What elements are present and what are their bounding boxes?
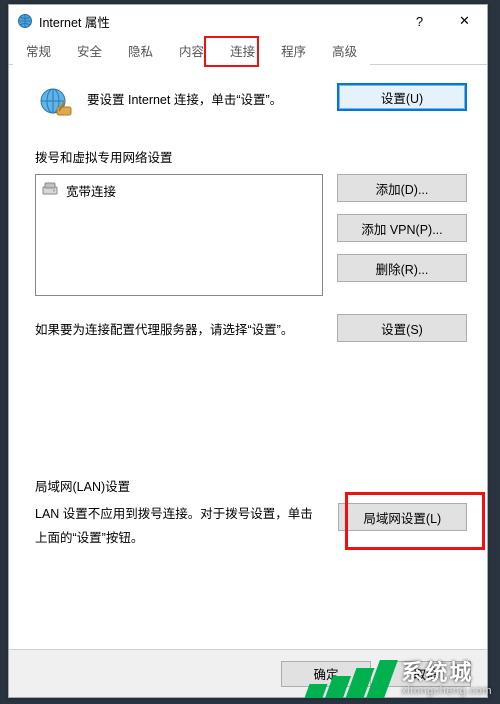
dialup-section-label: 拨号和虚拟专用网络设置: [35, 147, 467, 166]
titlebar: Internet 属性 ? ✕: [9, 5, 487, 37]
tab-programs[interactable]: 程序: [268, 35, 319, 65]
add-vpn-button[interactable]: 添加 VPN(P)...: [337, 214, 467, 242]
dialog-window: Internet 属性 ? ✕ 常规 安全 隐私 内容 连接 程序 高级 要设置…: [8, 4, 488, 698]
lan-settings-button[interactable]: 局域网设置(L): [338, 503, 467, 531]
proxy-description: 如果要为连接配置代理服务器，请选择“设置”。: [35, 319, 323, 338]
connections-listbox[interactable]: 宽带连接: [35, 174, 323, 296]
tab-advanced[interactable]: 高级: [319, 35, 370, 65]
remove-button[interactable]: 删除(R)...: [337, 254, 467, 282]
tab-connections[interactable]: 连接: [217, 35, 268, 65]
lan-section-label: 局域网(LAN)设置: [35, 476, 467, 495]
setup-description: 要设置 Internet 连接，单击“设置”。: [87, 83, 325, 108]
proxy-settings-button[interactable]: 设置(S): [337, 314, 467, 342]
window-title: Internet 属性: [39, 12, 397, 31]
tab-strip: 常规 安全 隐私 内容 连接 程序 高级: [9, 37, 487, 65]
internet-options-icon: [17, 13, 33, 29]
setup-button[interactable]: 设置(U): [337, 83, 467, 111]
connection-item-label: 宽带连接: [66, 181, 116, 200]
close-button[interactable]: ✕: [442, 6, 487, 36]
cancel-button[interactable]: 取消: [381, 661, 471, 687]
connection-item-broadband[interactable]: 宽带连接: [40, 179, 318, 202]
ok-button[interactable]: 确定: [281, 661, 371, 687]
globe-setup-icon: [35, 83, 75, 123]
dialog-button-bar: 确定 取消: [9, 649, 487, 697]
tab-general[interactable]: 常规: [13, 35, 64, 65]
tab-content[interactable]: 内容: [166, 35, 217, 65]
modem-icon: [42, 182, 60, 199]
tab-security[interactable]: 安全: [64, 35, 115, 65]
tab-privacy[interactable]: 隐私: [115, 35, 166, 65]
lan-description: LAN 设置不应用到拨号连接。对于拨号设置，单击 上面的“设置”按钮。: [35, 503, 324, 551]
tab-panel-connections: 要设置 Internet 连接，单击“设置”。 设置(U) 拨号和虚拟专用网络设…: [9, 65, 487, 561]
add-button[interactable]: 添加(D)...: [337, 174, 467, 202]
help-button[interactable]: ?: [397, 6, 442, 36]
